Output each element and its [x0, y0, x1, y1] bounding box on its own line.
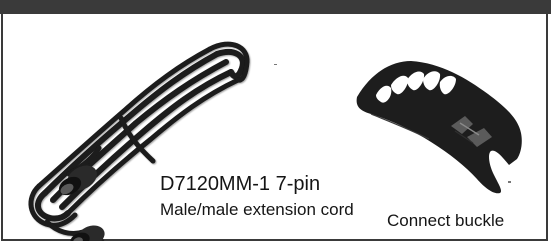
speck-mark — [508, 181, 511, 183]
top-border — [0, 0, 551, 14]
speck-mark — [274, 64, 277, 65]
product-frame: D7120MM-1 7-pin Male/male extension cord… — [1, 14, 548, 241]
cable-title: D7120MM-1 7-pin — [160, 173, 321, 195]
cable-description: Male/male extension cord — [160, 200, 354, 219]
buckle-clip — [356, 61, 522, 194]
buckle-image — [356, 61, 522, 194]
buckle-label: Connect buckle — [387, 211, 505, 230]
product-panel: D7120MM-1 7-pin Male/male extension cord… — [0, 0, 551, 243]
